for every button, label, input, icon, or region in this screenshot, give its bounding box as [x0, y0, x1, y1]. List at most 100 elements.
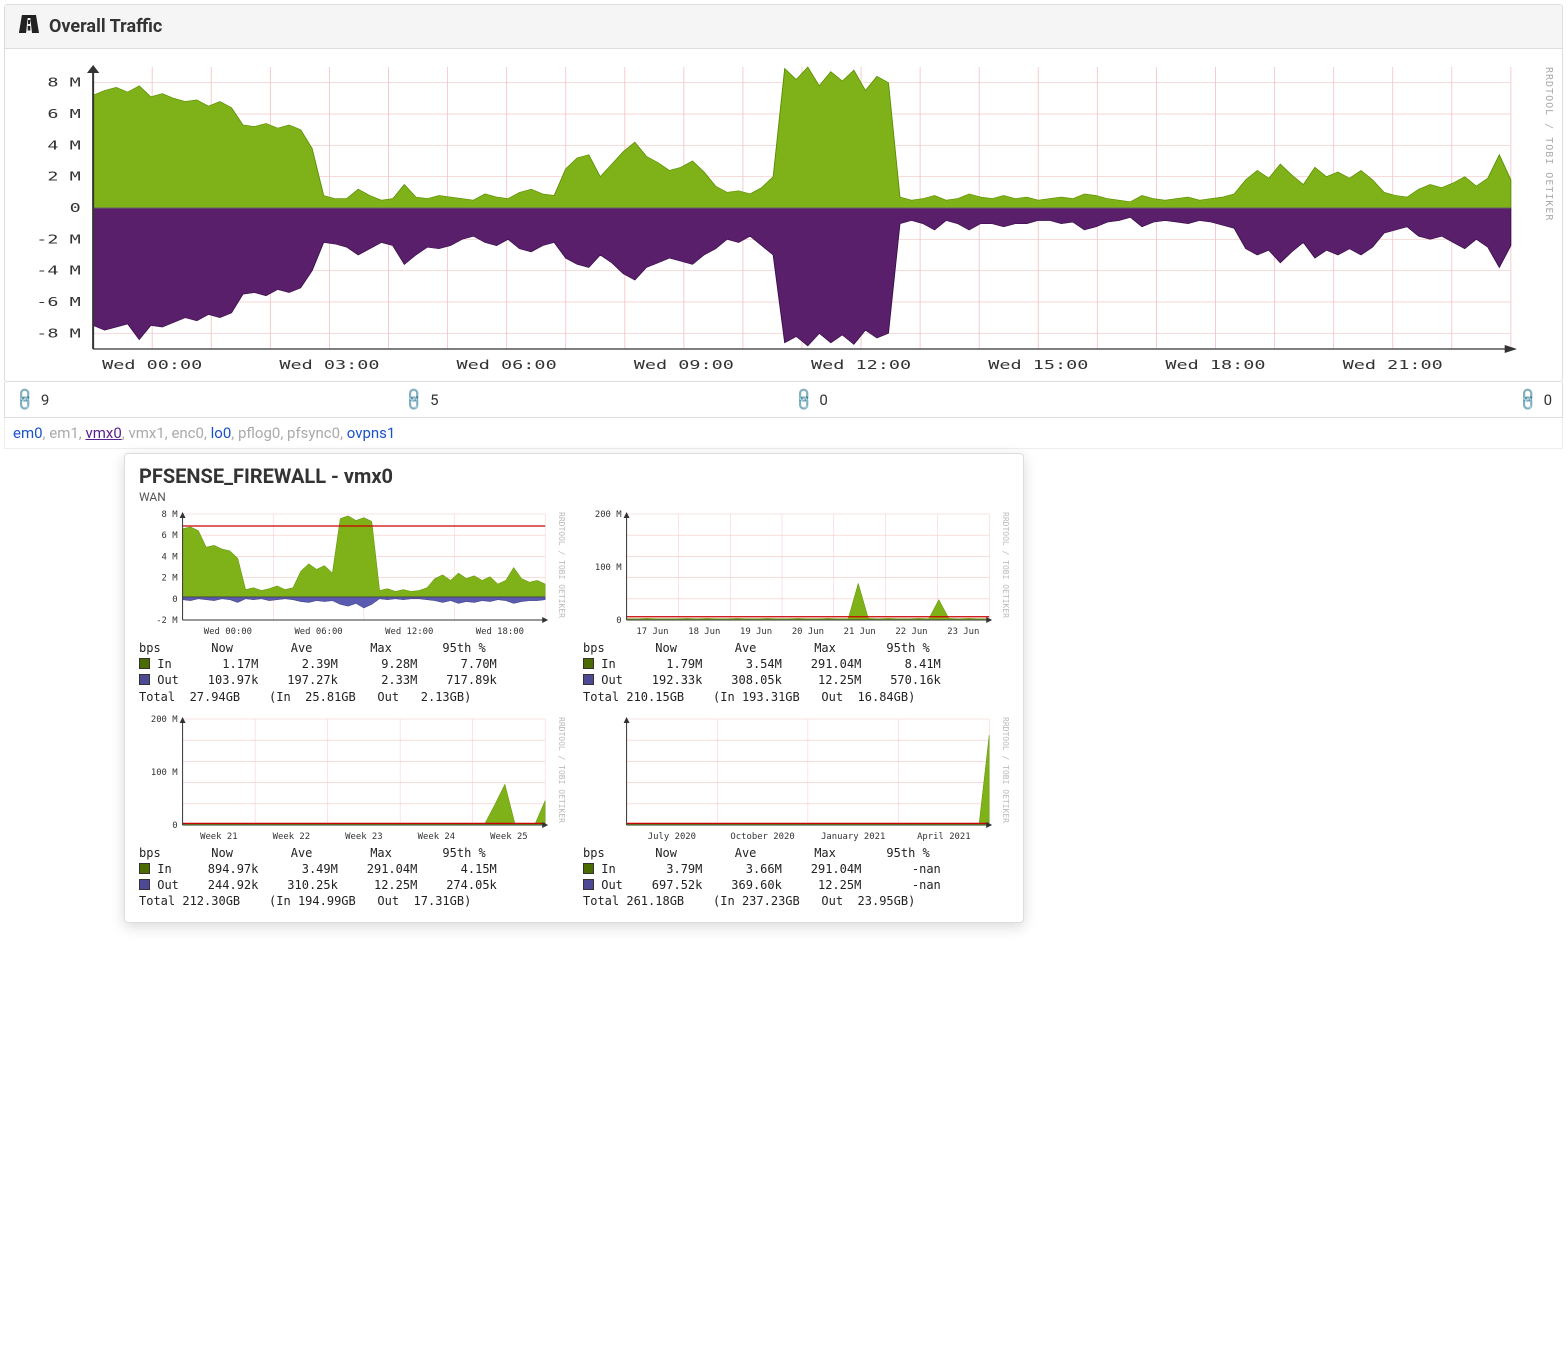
- status-total[interactable]: 🔗 9: [5, 382, 394, 417]
- svg-text:0: 0: [172, 821, 177, 831]
- svg-text:-2 M: -2 M: [156, 616, 177, 626]
- svg-text:100 M: 100 M: [595, 563, 622, 573]
- svg-text:Wed 12:00: Wed 12:00: [385, 627, 433, 637]
- chart-wrap: 200 M 100 M 0 17 Jun 18 Jun 19 Jun 20 Jun 21 Ju…: [583, 508, 1009, 638]
- svg-text:Wed 18:00: Wed 18:00: [476, 627, 524, 637]
- svg-text:20 Jun: 20 Jun: [792, 627, 824, 637]
- svg-text:Wed 03:00: Wed 03:00: [279, 358, 379, 372]
- svg-text:21 Jun: 21 Jun: [844, 627, 876, 637]
- chart-wrap: July 2020 October 2020 January 2021 April 2…: [583, 713, 1009, 843]
- status-row: 🔗 9 🔗 5 🔗 0 🔗 0: [4, 382, 1563, 418]
- svg-text:6 M: 6 M: [47, 107, 80, 121]
- separator: ,: [231, 424, 238, 442]
- svg-text:Wed 00:00: Wed 00:00: [102, 358, 202, 372]
- rrdtool-label: RRDTOOL / TOBI OETIKER: [1543, 67, 1554, 221]
- link-icon: 🔗: [11, 386, 39, 414]
- svg-text:Week 21: Week 21: [200, 832, 237, 842]
- svg-text:8 M: 8 M: [47, 76, 80, 90]
- svg-text:January 2021: January 2021: [821, 832, 885, 842]
- interface-link-pflog0[interactable]: pflog0: [238, 424, 280, 442]
- svg-text:2 M: 2 M: [47, 170, 80, 184]
- svg-text:0: 0: [70, 201, 81, 215]
- status-unknown-value: 0: [1544, 391, 1552, 409]
- svg-text:Wed 00:00: Wed 00:00: [204, 627, 252, 637]
- interface-link-vmx1[interactable]: vmx1: [128, 424, 164, 442]
- link-icon: 🔗: [400, 386, 428, 414]
- svg-text:22 Jun: 22 Jun: [895, 627, 927, 637]
- svg-text:8 M: 8 M: [162, 510, 178, 520]
- svg-text:Week 23: Week 23: [345, 832, 382, 842]
- mini-chart-grid: 8 M 6 M 4 M 2 M 0 -2 M Wed 00:00 Wed 06:00 Wed 1…: [139, 508, 1009, 910]
- svg-text:July 2020: July 2020: [648, 832, 696, 842]
- svg-text:17 Jun: 17 Jun: [636, 627, 668, 637]
- svg-text:April 2021: April 2021: [917, 832, 971, 842]
- interface-link-enc0[interactable]: enc0: [171, 424, 204, 442]
- svg-text:6 M: 6 M: [162, 531, 178, 541]
- interface-link-em1[interactable]: em1: [49, 424, 79, 442]
- separator: ,: [340, 424, 347, 442]
- status-unknown[interactable]: 🔗 0: [1173, 382, 1562, 417]
- chart-wrap: 8 M 6 M 4 M 2 M 0 -2 M Wed 00:00 Wed 06:00 Wed 1…: [139, 508, 565, 638]
- link-icon: 🔗: [1514, 386, 1542, 414]
- svg-text:-8 M: -8 M: [36, 327, 81, 341]
- link-icon: 🔗: [790, 386, 818, 414]
- svg-text:-4 M: -4 M: [36, 264, 81, 278]
- interface-link-pfsync0[interactable]: pfsync0: [287, 424, 340, 442]
- interface-popup: PFSENSE_FIREWALL - vmx0 WAN 8 M 6 M 4 M 2 M…: [124, 453, 1024, 923]
- stats-block: bps Now Ave Max 95th % In 3.79M 3.66M 29…: [583, 845, 1009, 910]
- overall-traffic-panel: Overall Traffic 8 M6 M4 M2 M0-2 M-4 M-6 …: [4, 4, 1563, 382]
- svg-text:0: 0: [172, 595, 177, 605]
- mini-chart-0: 8 M 6 M 4 M 2 M 0 -2 M Wed 00:00 Wed 06:00 Wed 1…: [139, 508, 565, 705]
- svg-text:0: 0: [616, 616, 621, 626]
- svg-text:23 Jun: 23 Jun: [947, 627, 979, 637]
- status-down[interactable]: 🔗 0: [784, 382, 1173, 417]
- panel-body: 8 M6 M4 M2 M0-2 M-4 M-6 M-8 MWed 00:00We…: [5, 49, 1562, 381]
- status-total-value: 9: [41, 391, 49, 409]
- svg-text:Wed 15:00: Wed 15:00: [988, 358, 1088, 372]
- svg-text:Wed 18:00: Wed 18:00: [1165, 358, 1265, 372]
- popup-title: PFSENSE_FIREWALL - vmx0: [139, 464, 1009, 488]
- chart-wrap: 200 M 100 M 0 Week 21 Week 22 Week 23 Week 24 W…: [139, 713, 565, 843]
- interface-link-vmx0[interactable]: vmx0: [85, 424, 121, 442]
- mini-chart-3: July 2020 October 2020 January 2021 April 2…: [583, 713, 1009, 910]
- interface-list: em0, em1, vmx0, vmx1, enc0, lo0, pflog0,…: [4, 418, 1563, 449]
- panel-title: Overall Traffic: [49, 16, 162, 37]
- panel-header: Overall Traffic: [5, 5, 1562, 49]
- svg-text:October 2020: October 2020: [730, 832, 794, 842]
- svg-text:Wed 06:00: Wed 06:00: [294, 627, 342, 637]
- rrdtool-label: RRDTOOL / TOBI OETIKER: [1000, 717, 1009, 823]
- svg-text:-6 M: -6 M: [36, 295, 81, 309]
- svg-text:Wed 12:00: Wed 12:00: [811, 358, 911, 372]
- status-up-value: 5: [430, 391, 438, 409]
- main-chart: 8 M6 M4 M2 M0-2 M-4 M-6 M-8 MWed 00:00We…: [13, 57, 1554, 377]
- svg-text:Week 24: Week 24: [418, 832, 455, 842]
- status-up[interactable]: 🔗 5: [394, 382, 783, 417]
- svg-text:4 M: 4 M: [47, 139, 80, 153]
- separator: ,: [204, 424, 211, 442]
- svg-text:Wed 09:00: Wed 09:00: [634, 358, 734, 372]
- svg-text:19 Jun: 19 Jun: [740, 627, 772, 637]
- svg-text:200 M: 200 M: [595, 510, 622, 520]
- svg-text:100 M: 100 M: [151, 768, 178, 778]
- svg-text:18 Jun: 18 Jun: [688, 627, 720, 637]
- road-icon: [19, 15, 39, 38]
- svg-text:2 M: 2 M: [162, 574, 178, 584]
- interface-link-em0[interactable]: em0: [13, 424, 43, 442]
- svg-text:Wed 06:00: Wed 06:00: [457, 358, 557, 372]
- rrdtool-label: RRDTOOL / TOBI OETIKER: [556, 717, 565, 823]
- mini-chart-1: 200 M 100 M 0 17 Jun 18 Jun 19 Jun 20 Jun 21 Ju…: [583, 508, 1009, 705]
- interface-link-lo0[interactable]: lo0: [211, 424, 232, 442]
- svg-text:Wed 21:00: Wed 21:00: [1343, 358, 1443, 372]
- svg-text:4 M: 4 M: [162, 552, 178, 562]
- rrdtool-label: RRDTOOL / TOBI OETIKER: [1000, 512, 1009, 618]
- rrdtool-label: RRDTOOL / TOBI OETIKER: [556, 512, 565, 618]
- svg-text:Week 22: Week 22: [273, 832, 310, 842]
- interface-link-ovpns1[interactable]: ovpns1: [347, 424, 396, 442]
- stats-block: bps Now Ave Max 95th % In 894.97k 3.49M …: [139, 845, 565, 910]
- popup-subtitle: WAN: [139, 490, 1009, 504]
- svg-text:200 M: 200 M: [151, 715, 178, 725]
- svg-text:Week 25: Week 25: [490, 832, 527, 842]
- stats-block: bps Now Ave Max 95th % In 1.79M 3.54M 29…: [583, 640, 1009, 705]
- status-down-value: 0: [819, 391, 827, 409]
- stats-block: bps Now Ave Max 95th % In 1.17M 2.39M 9.…: [139, 640, 565, 705]
